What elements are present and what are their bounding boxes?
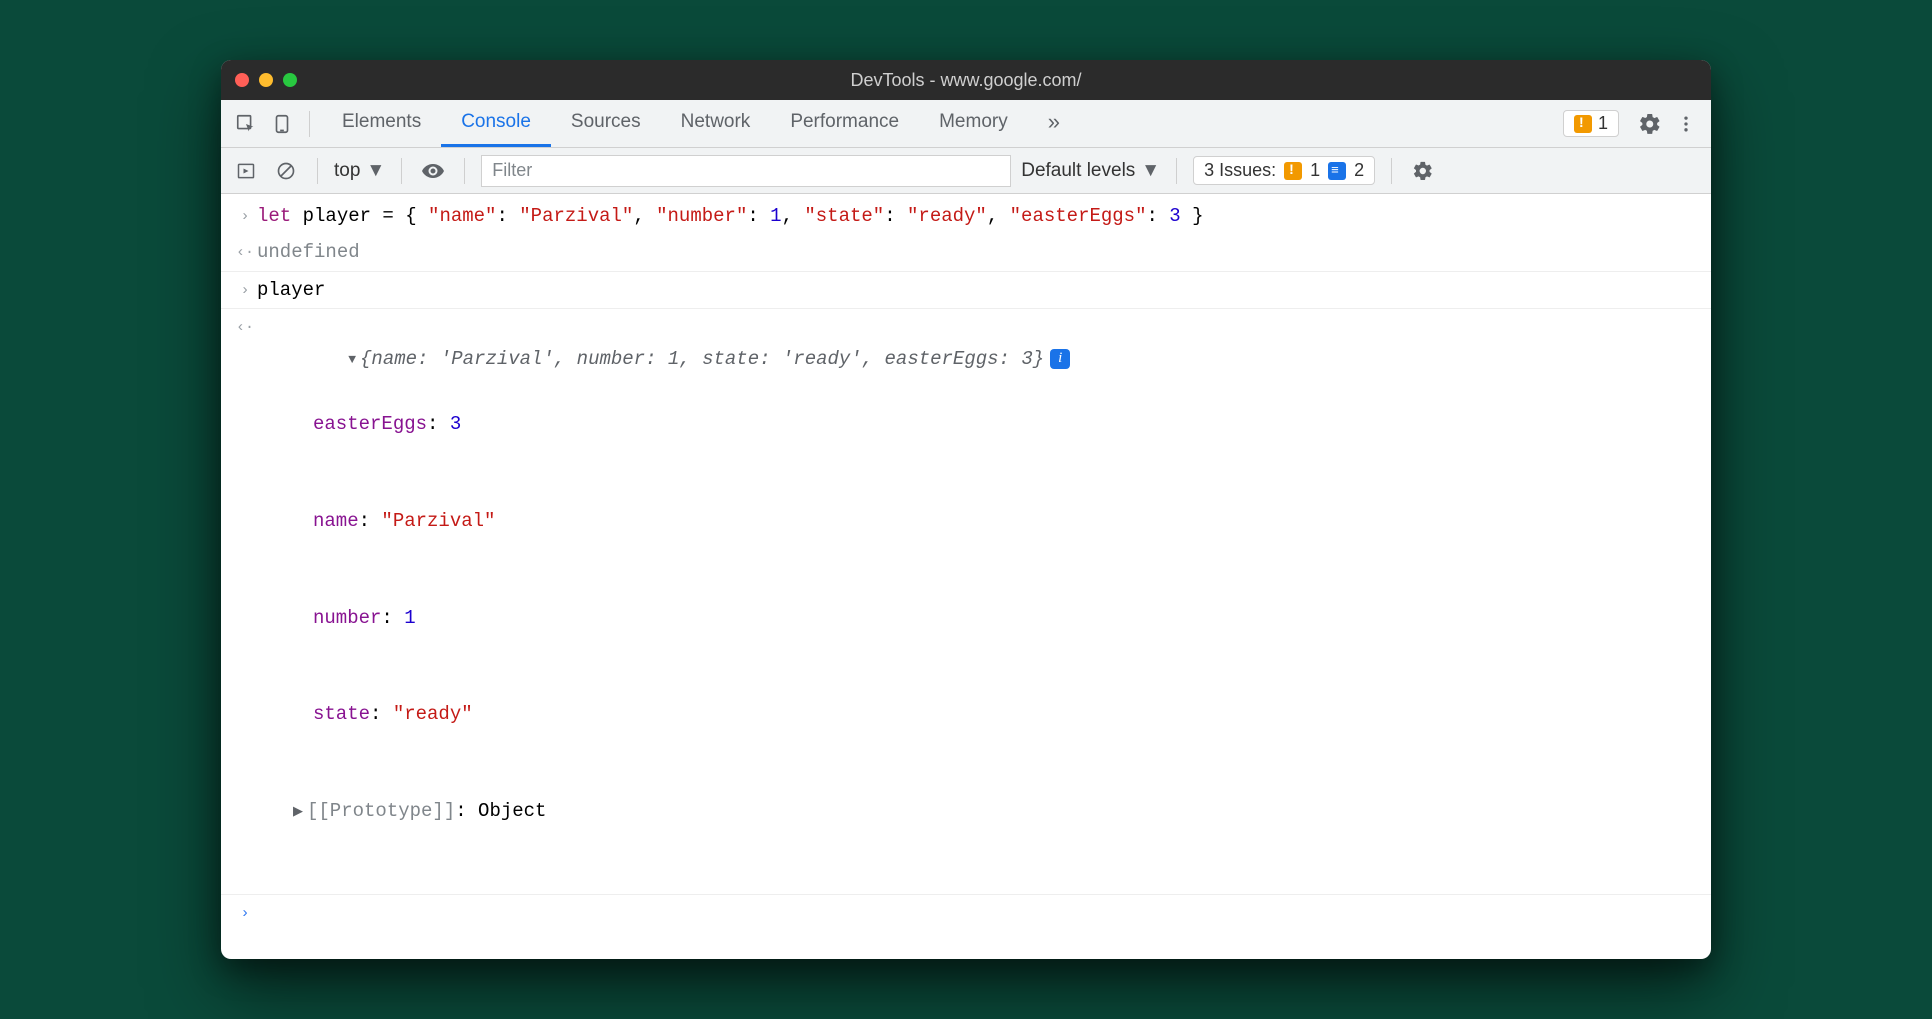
more-menu-icon[interactable] <box>1671 109 1701 139</box>
prompt-icon: › <box>233 274 257 306</box>
minimize-window-button[interactable] <box>259 73 273 87</box>
console-input-empty[interactable] <box>257 897 1699 927</box>
context-label: top <box>334 160 360 182</box>
collapse-icon[interactable]: ▼ <box>348 349 356 371</box>
console-input-row[interactable]: › player <box>221 272 1711 309</box>
console-code: let player = { "name": "Parzival", "numb… <box>257 200 1699 232</box>
object-expanded: ▼{name: 'Parzival', number: 1, state: 'r… <box>257 311 1699 892</box>
levels-label: Default levels <box>1021 160 1135 182</box>
close-window-button[interactable] <box>235 73 249 87</box>
clear-console-icon[interactable] <box>271 156 301 186</box>
console-settings-gear-icon[interactable] <box>1408 156 1438 186</box>
device-toolbar-icon[interactable] <box>267 109 297 139</box>
separator <box>1391 158 1392 184</box>
console-input-row[interactable]: › let player = { "name": "Parzival", "nu… <box>221 198 1711 234</box>
tab-memory[interactable]: Memory <box>919 100 1028 147</box>
tab-performance[interactable]: Performance <box>770 100 919 147</box>
window-controls <box>235 73 297 87</box>
console-toolbar: top ▼ Default levels ▼ 3 Issues: 1 2 <box>221 148 1711 194</box>
settings-gear-icon[interactable] <box>1635 109 1665 139</box>
separator <box>464 158 465 184</box>
object-property[interactable]: name: "Parzival" <box>257 505 1699 537</box>
panel-tabs: Elements Console Sources Network Perform… <box>322 100 1080 147</box>
result-icon: ‹· <box>233 311 257 892</box>
titlebar: DevTools - www.google.com/ <box>221 60 1711 100</box>
main-tabbar: Elements Console Sources Network Perform… <box>221 100 1711 148</box>
object-property[interactable]: number: 1 <box>257 602 1699 634</box>
separator <box>317 158 318 184</box>
warning-icon <box>1574 115 1592 133</box>
dropdown-icon: ▼ <box>366 160 385 182</box>
expand-icon[interactable]: ▶ <box>293 801 303 823</box>
separator <box>401 158 402 184</box>
prompt-icon: › <box>233 897 257 927</box>
inspect-element-icon[interactable] <box>231 109 261 139</box>
console-output: › let player = { "name": "Parzival", "nu… <box>221 194 1711 959</box>
prompt-icon: › <box>233 200 257 232</box>
live-expression-icon[interactable] <box>418 156 448 186</box>
tab-overflow-icon[interactable]: » <box>1028 100 1080 147</box>
warnings-badge[interactable]: 1 <box>1563 110 1619 137</box>
issues-label: 3 Issues: <box>1204 160 1276 181</box>
window-title: DevTools - www.google.com/ <box>221 70 1711 91</box>
object-prototype[interactable]: ▶[[Prototype]]: Object <box>257 795 1699 827</box>
context-selector[interactable]: top ▼ <box>334 160 385 182</box>
object-property[interactable]: easterEggs: 3 <box>257 408 1699 440</box>
tab-sources[interactable]: Sources <box>551 100 661 147</box>
console-prompt-row[interactable]: › <box>221 894 1711 929</box>
log-levels-selector[interactable]: Default levels ▼ <box>1021 160 1160 182</box>
maximize-window-button[interactable] <box>283 73 297 87</box>
dropdown-icon: ▼ <box>1141 160 1160 182</box>
devtools-window: DevTools - www.google.com/ Elements Cons… <box>221 60 1711 959</box>
object-summary: {name: 'Parzival', number: 1, state: 're… <box>360 348 1044 370</box>
issues-button[interactable]: 3 Issues: 1 2 <box>1193 156 1375 185</box>
separator <box>309 111 310 137</box>
filter-input[interactable] <box>481 155 1011 187</box>
issues-info-count: 2 <box>1354 160 1364 181</box>
object-property[interactable]: state: "ready" <box>257 698 1699 730</box>
issues-warn-count: 1 <box>1310 160 1320 181</box>
separator <box>1176 158 1177 184</box>
result-icon: ‹· <box>233 236 257 268</box>
toggle-sidebar-icon[interactable] <box>231 156 261 186</box>
warnings-count: 1 <box>1598 113 1608 134</box>
tab-elements[interactable]: Elements <box>322 100 441 147</box>
warning-icon <box>1284 162 1302 180</box>
info-icon <box>1328 162 1346 180</box>
console-code: player <box>257 274 1699 306</box>
undefined-result: undefined <box>257 236 1699 268</box>
info-badge-icon[interactable]: i <box>1050 349 1070 369</box>
tab-console[interactable]: Console <box>441 100 551 147</box>
console-result-row: ‹· undefined <box>221 234 1711 271</box>
tab-network[interactable]: Network <box>661 100 771 147</box>
console-object-row[interactable]: ‹· ▼{name: 'Parzival', number: 1, state:… <box>221 309 1711 894</box>
